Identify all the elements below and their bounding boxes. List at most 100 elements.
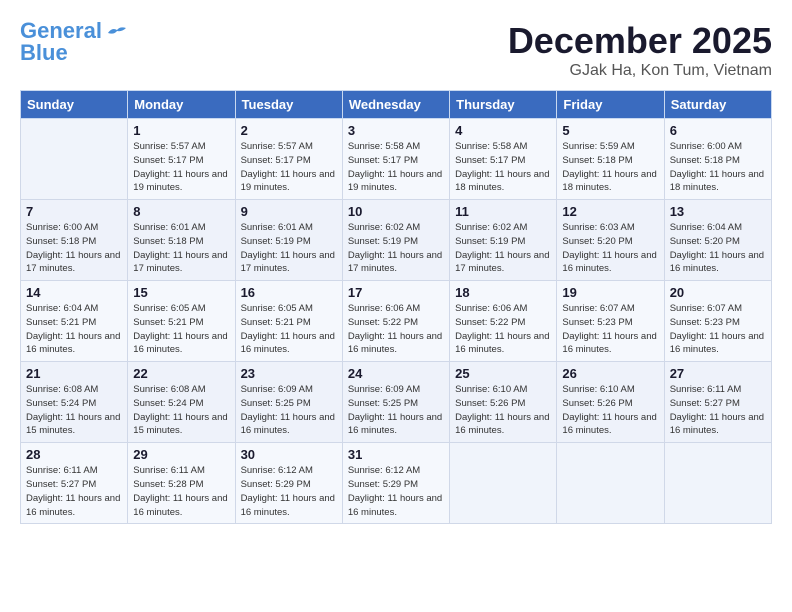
calendar-cell: 8 Sunrise: 6:01 AM Sunset: 5:18 PM Daylig…: [128, 200, 235, 281]
calendar-cell: 9Sunrise: 6:01 AM Sunset: 5:19 PM Daylig…: [235, 200, 342, 281]
day-number: 20: [670, 285, 766, 300]
calendar-cell: 30 Sunrise: 6:12 AM Sunset: 5:29 PM Dayli…: [235, 443, 342, 524]
week-row-1: 1 Sunrise: 5:57 AM Sunset: 5:17 PM Daylig…: [21, 119, 772, 200]
day-number: 5: [562, 123, 658, 138]
calendar-cell: 6 Sunrise: 6:00 AM Sunset: 5:18 PM Daylig…: [664, 119, 771, 200]
day-number: 18: [455, 285, 551, 300]
logo: General Blue: [20, 20, 128, 64]
day-number: 25: [455, 366, 551, 381]
day-number: 2: [241, 123, 337, 138]
calendar-cell: 25 Sunrise: 6:10 AM Sunset: 5:26 PM Dayli…: [450, 362, 557, 443]
day-info: Sunrise: 6:00 AM Sunset: 5:18 PM Dayligh…: [26, 221, 122, 276]
day-info: Sunrise: 6:12 AM Sunset: 5:29 PM Dayligh…: [348, 464, 444, 519]
calendar-table: SundayMondayTuesdayWednesdayThursdayFrid…: [20, 90, 772, 524]
calendar-cell: 5 Sunrise: 5:59 AM Sunset: 5:18 PM Daylig…: [557, 119, 664, 200]
day-number: 22: [133, 366, 229, 381]
day-number: 16: [241, 285, 337, 300]
calendar-cell: 2 Sunrise: 5:57 AM Sunset: 5:17 PM Daylig…: [235, 119, 342, 200]
day-info: Sunrise: 5:59 AM Sunset: 5:18 PM Dayligh…: [562, 140, 658, 195]
week-row-4: 21 Sunrise: 6:08 AM Sunset: 5:24 PM Dayli…: [21, 362, 772, 443]
day-info: Sunrise: 6:09 AM Sunset: 5:25 PM Dayligh…: [348, 383, 444, 438]
day-number: 28: [26, 447, 122, 462]
weekday-header-row: SundayMondayTuesdayWednesdayThursdayFrid…: [21, 91, 772, 119]
day-number: 10: [348, 204, 444, 219]
calendar-cell: 31 Sunrise: 6:12 AM Sunset: 5:29 PM Dayli…: [342, 443, 449, 524]
day-info: Sunrise: 5:57 AM Sunset: 5:17 PM Dayligh…: [133, 140, 229, 195]
day-number: 6: [670, 123, 766, 138]
calendar-cell: 16Sunrise: 6:05 AM Sunset: 5:21 PM Dayli…: [235, 281, 342, 362]
weekday-header-tuesday: Tuesday: [235, 91, 342, 119]
day-number: 19: [562, 285, 658, 300]
day-info: Sunrise: 6:02 AM Sunset: 5:19 PM Dayligh…: [348, 221, 444, 276]
day-info: Sunrise: 6:12 AM Sunset: 5:29 PM Dayligh…: [241, 464, 337, 519]
calendar-cell: 10 Sunrise: 6:02 AM Sunset: 5:19 PM Dayli…: [342, 200, 449, 281]
calendar-cell: 14 Sunrise: 6:04 AM Sunset: 5:21 PM Dayli…: [21, 281, 128, 362]
calendar-cell: 22 Sunrise: 6:08 AM Sunset: 5:24 PM Dayli…: [128, 362, 235, 443]
day-number: 12: [562, 204, 658, 219]
calendar-cell: 13 Sunrise: 6:04 AM Sunset: 5:20 PM Dayli…: [664, 200, 771, 281]
day-info: Sunrise: 6:11 AM Sunset: 5:28 PM Dayligh…: [133, 464, 229, 519]
weekday-header-saturday: Saturday: [664, 91, 771, 119]
day-info: Sunrise: 6:00 AM Sunset: 5:18 PM Dayligh…: [670, 140, 766, 195]
calendar-cell: 21 Sunrise: 6:08 AM Sunset: 5:24 PM Dayli…: [21, 362, 128, 443]
month-year: December 2025: [508, 20, 772, 62]
calendar-cell: 7 Sunrise: 6:00 AM Sunset: 5:18 PM Daylig…: [21, 200, 128, 281]
logo-blue: Blue: [20, 40, 68, 65]
day-info: Sunrise: 5:58 AM Sunset: 5:17 PM Dayligh…: [455, 140, 551, 195]
day-number: 26: [562, 366, 658, 381]
day-number: 27: [670, 366, 766, 381]
day-info: Sunrise: 6:08 AM Sunset: 5:24 PM Dayligh…: [133, 383, 229, 438]
day-number: 8: [133, 204, 229, 219]
day-number: 4: [455, 123, 551, 138]
day-number: 29: [133, 447, 229, 462]
week-row-3: 14 Sunrise: 6:04 AM Sunset: 5:21 PM Dayli…: [21, 281, 772, 362]
weekday-header-friday: Friday: [557, 91, 664, 119]
calendar-cell: [450, 443, 557, 524]
day-info: Sunrise: 6:10 AM Sunset: 5:26 PM Dayligh…: [562, 383, 658, 438]
day-info: Sunrise: 6:03 AM Sunset: 5:20 PM Dayligh…: [562, 221, 658, 276]
day-number: 14: [26, 285, 122, 300]
day-info: Sunrise: 5:58 AM Sunset: 5:17 PM Dayligh…: [348, 140, 444, 195]
day-number: 7: [26, 204, 122, 219]
calendar-cell: 23 Sunrise: 6:09 AM Sunset: 5:25 PM Dayli…: [235, 362, 342, 443]
day-number: 3: [348, 123, 444, 138]
day-info: Sunrise: 6:04 AM Sunset: 5:21 PM Dayligh…: [26, 302, 122, 357]
calendar-cell: 1 Sunrise: 5:57 AM Sunset: 5:17 PM Daylig…: [128, 119, 235, 200]
day-info: Sunrise: 6:01 AM Sunset: 5:19 PM Dayligh…: [241, 221, 337, 276]
day-info: Sunrise: 6:10 AM Sunset: 5:26 PM Dayligh…: [455, 383, 551, 438]
day-number: 15: [133, 285, 229, 300]
week-row-2: 7 Sunrise: 6:00 AM Sunset: 5:18 PM Daylig…: [21, 200, 772, 281]
day-info: Sunrise: 6:06 AM Sunset: 5:22 PM Dayligh…: [348, 302, 444, 357]
day-number: 17: [348, 285, 444, 300]
day-number: 30: [241, 447, 337, 462]
day-number: 21: [26, 366, 122, 381]
day-info: Sunrise: 6:08 AM Sunset: 5:24 PM Dayligh…: [26, 383, 122, 438]
page-header: General Blue December 2025 GJak Ha, Kon …: [20, 20, 772, 80]
weekday-header-thursday: Thursday: [450, 91, 557, 119]
calendar-cell: [557, 443, 664, 524]
day-info: Sunrise: 6:09 AM Sunset: 5:25 PM Dayligh…: [241, 383, 337, 438]
calendar-cell: 27Sunrise: 6:11 AM Sunset: 5:27 PM Dayli…: [664, 362, 771, 443]
day-info: Sunrise: 5:57 AM Sunset: 5:17 PM Dayligh…: [241, 140, 337, 195]
calendar-cell: 29 Sunrise: 6:11 AM Sunset: 5:28 PM Dayli…: [128, 443, 235, 524]
weekday-header-monday: Monday: [128, 91, 235, 119]
day-info: Sunrise: 6:11 AM Sunset: 5:27 PM Dayligh…: [26, 464, 122, 519]
day-info: Sunrise: 6:04 AM Sunset: 5:20 PM Dayligh…: [670, 221, 766, 276]
day-number: 31: [348, 447, 444, 462]
calendar-cell: [21, 119, 128, 200]
calendar-cell: [664, 443, 771, 524]
calendar-cell: 12 Sunrise: 6:03 AM Sunset: 5:20 PM Dayli…: [557, 200, 664, 281]
day-number: 1: [133, 123, 229, 138]
day-info: Sunrise: 6:05 AM Sunset: 5:21 PM Dayligh…: [133, 302, 229, 357]
day-number: 13: [670, 204, 766, 219]
calendar-cell: 26 Sunrise: 6:10 AM Sunset: 5:26 PM Dayli…: [557, 362, 664, 443]
day-info: Sunrise: 6:06 AM Sunset: 5:22 PM Dayligh…: [455, 302, 551, 357]
logo-text: General Blue: [20, 20, 102, 64]
calendar-cell: 24Sunrise: 6:09 AM Sunset: 5:25 PM Dayli…: [342, 362, 449, 443]
calendar-cell: 11Sunrise: 6:02 AM Sunset: 5:19 PM Dayli…: [450, 200, 557, 281]
day-info: Sunrise: 6:01 AM Sunset: 5:18 PM Dayligh…: [133, 221, 229, 276]
weekday-header-sunday: Sunday: [21, 91, 128, 119]
logo-bird-icon: [106, 25, 128, 41]
day-number: 23: [241, 366, 337, 381]
calendar-cell: 4 Sunrise: 5:58 AM Sunset: 5:17 PM Daylig…: [450, 119, 557, 200]
